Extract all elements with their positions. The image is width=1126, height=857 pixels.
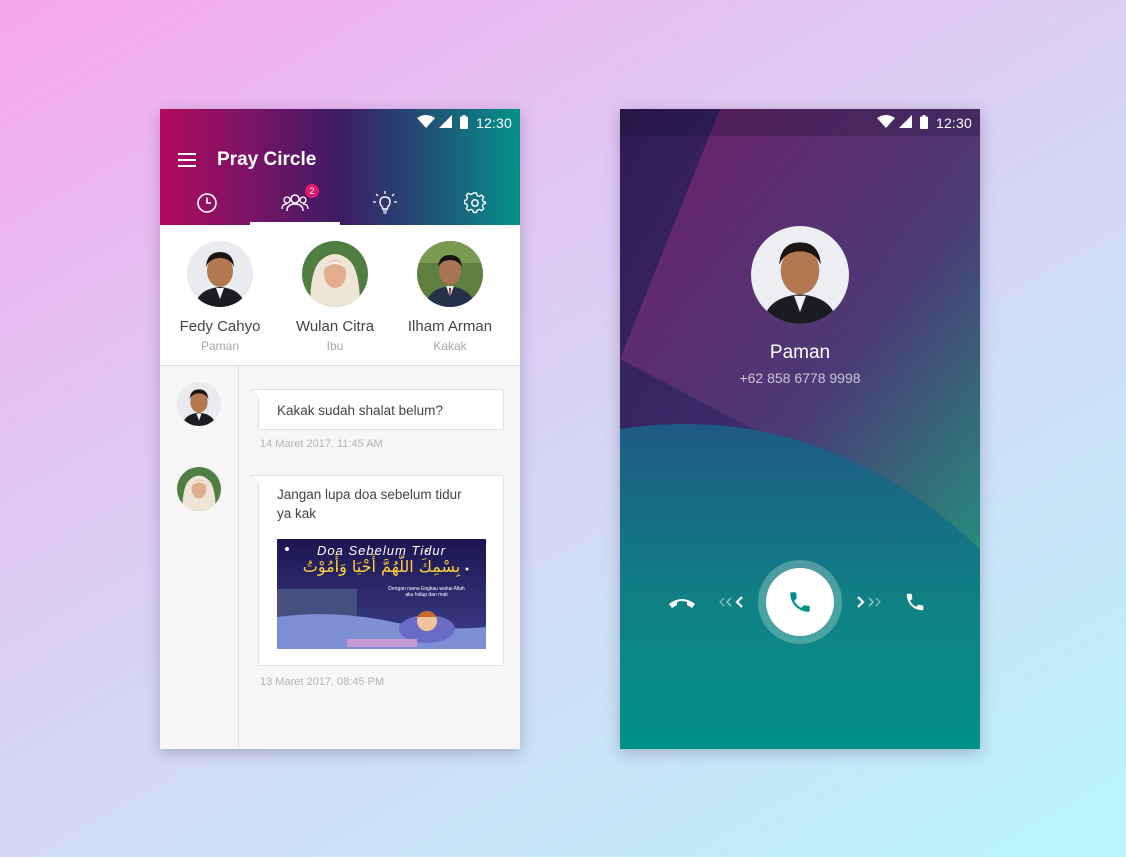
contact-relation: Paman — [200, 339, 240, 353]
contact-name: Ilham Arman — [407, 318, 493, 335]
doa-arabic: بِسْمِكَ اللّهُمَّ أَحْيَا وَأَمُوْتُ — [302, 557, 461, 576]
tab-people[interactable]: 2 — [250, 181, 340, 225]
doa-caption: Dengan nama Engkau wahai Allah aku hidup… — [367, 586, 486, 598]
chat-thread: Kakak sudah shalat belum? 14 Maret 2017.… — [160, 366, 520, 749]
message-timestamp: 14 Maret 2017. 11:45 AM — [260, 438, 383, 450]
answer-button[interactable] — [766, 568, 834, 636]
message-text: Jangan lupa doa sebelum tidur ya kak — [277, 487, 462, 521]
sender-avatar — [177, 467, 221, 511]
avatar — [302, 241, 368, 307]
wifi-icon — [417, 115, 435, 128]
tab-bar: 2 — [160, 181, 520, 225]
caller-number: +62 858 6778 9998 — [739, 370, 861, 386]
message-timestamp: 13 Maret 2017. 08:45 PM — [260, 676, 385, 688]
caller-avatar — [751, 226, 849, 324]
swipe-left-chevrons-icon — [719, 596, 743, 608]
decline-call-icon[interactable] — [667, 594, 697, 610]
contact-card[interactable]: Fedy Cahyo Paman — [165, 241, 275, 353]
message-bubble[interactable]: Jangan lupa doa sebelum tidur ya kak Doa… — [250, 475, 504, 666]
doa-caption-line: aku hidup dan mati — [405, 592, 448, 598]
status-time: 12:30 — [935, 115, 972, 131]
app-title: Pray Circle — [217, 149, 317, 170]
contact-card[interactable]: Ilham Arman Kakak — [395, 241, 505, 353]
contact-name: Wulan Citra — [295, 318, 375, 335]
pray-circle-screen: 12:30 Pray Circle 2 Fedy Cahyo Paman Wul… — [160, 109, 520, 749]
menu-icon[interactable] — [178, 153, 196, 167]
caller-name: Paman — [769, 342, 831, 363]
signal-icon — [439, 115, 452, 128]
lightbulb-icon — [373, 191, 397, 214]
swipe-right-chevrons-icon — [857, 596, 881, 608]
avatar — [417, 241, 483, 307]
avatar — [187, 241, 253, 307]
accept-call-icon[interactable] — [904, 591, 926, 613]
tab-settings[interactable] — [430, 181, 520, 225]
status-bar: 12:30 — [160, 109, 520, 136]
tab-history[interactable] — [162, 181, 252, 225]
status-time: 12:30 — [475, 115, 512, 131]
contact-relation: Ibu — [326, 339, 344, 353]
gear-icon — [464, 192, 486, 214]
tab-ideas[interactable] — [340, 181, 430, 225]
group-icon — [281, 194, 309, 212]
sender-avatar — [177, 382, 221, 426]
call-background — [620, 109, 980, 749]
contact-list: Fedy Cahyo Paman Wulan Citra Ibu Ilham A… — [160, 225, 520, 366]
notification-badge: 2 — [305, 184, 319, 198]
message-bubble[interactable]: Kakak sudah shalat belum? — [250, 389, 504, 430]
signal-icon — [899, 115, 912, 128]
status-bar: 12:30 — [620, 109, 980, 136]
contact-name: Fedy Cahyo — [179, 318, 261, 335]
doa-image[interactable]: Doa Sebelum Tidur بِسْمِكَ اللّهُمَّ أَح… — [277, 539, 486, 649]
message-text: Kakak sudah shalat belum? — [277, 403, 443, 418]
clock-icon — [197, 193, 217, 213]
app-bar: 12:30 Pray Circle 2 — [160, 109, 520, 225]
contact-relation: Kakak — [433, 339, 467, 353]
incoming-call-screen: 12:30 Paman +62 858 6778 9998 — [620, 109, 980, 749]
wifi-icon — [877, 115, 895, 128]
battery-icon — [920, 115, 928, 129]
phone-icon — [790, 592, 810, 612]
contact-card[interactable]: Wulan Citra Ibu — [280, 241, 390, 353]
battery-icon — [460, 115, 468, 129]
